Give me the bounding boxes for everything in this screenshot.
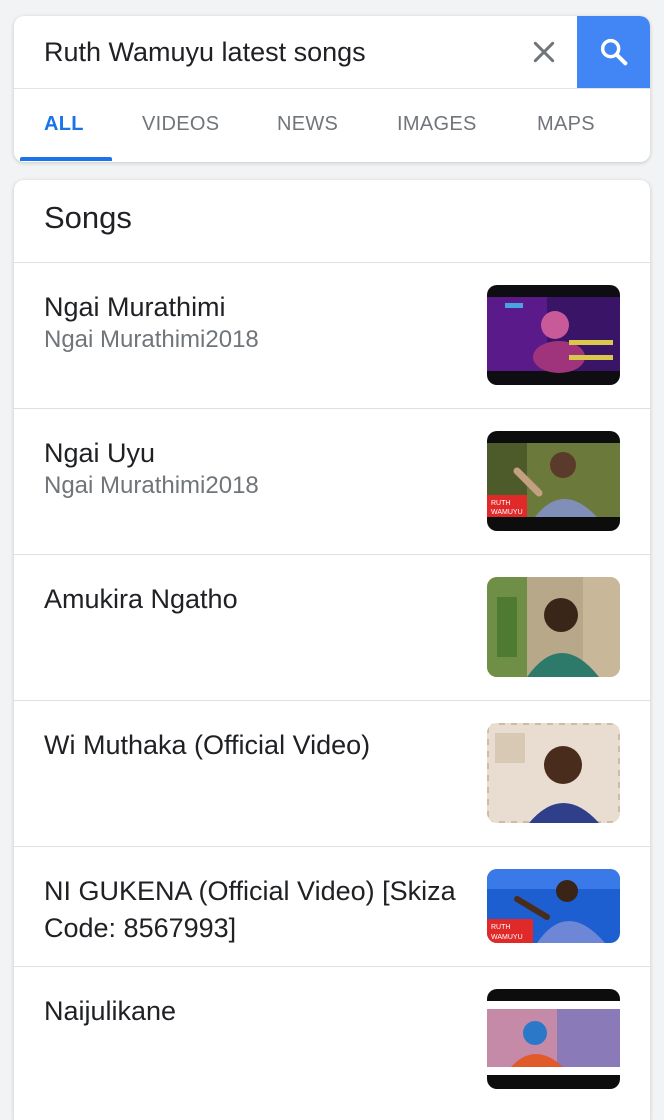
search-bar: Ruth Wamuyu latest songs [14,16,650,89]
song-title: Ngai Murathimi [44,292,226,322]
thumb-caption-ruth: RUTH [491,500,510,507]
songs-card: Songs Ngai Murathimi Ngai Murathimi2018 … [14,180,650,1120]
song-title: Wi Muthaka (Official Video) [44,730,371,760]
thumb-caption-ruth: RUTH [491,924,510,931]
tab-maps[interactable]: MAPS [537,89,595,162]
thumb-caption-wamuyu: WAMUYU [491,934,523,941]
song-item-ni-gukena[interactable]: NI GUKENA (Official Video) [Skiza Code: … [14,847,650,967]
close-icon [533,41,555,63]
tab-news[interactable]: NEWS [277,89,338,162]
tab-all[interactable]: ALL [44,89,84,162]
song-subtitle: Ngai Murathimi2018 [44,472,259,499]
active-tab-indicator [20,157,112,161]
song-item-ngai-uyu[interactable]: Ngai Uyu Ngai Murathimi2018 RUTH WAMUYU [14,409,650,555]
song-thumbnail[interactable]: RUTH WAMUYU [487,431,620,531]
song-thumbnail[interactable] [487,989,620,1089]
song-title: NI GUKENA (Official Video) [Skiza Code: … [44,876,456,943]
search-tabs: ALL VIDEOS NEWS IMAGES MAPS [14,89,650,162]
song-thumbnail[interactable] [487,285,620,385]
search-button[interactable] [577,16,650,88]
tab-images[interactable]: IMAGES [397,89,477,162]
songs-header: Songs [14,180,650,263]
song-item-ngai-murathimi[interactable]: Ngai Murathimi Ngai Murathimi2018 [14,263,650,409]
thumb-caption-wamuyu: WAMUYU [491,509,523,516]
song-subtitle: Ngai Murathimi2018 [44,326,259,353]
song-thumbnail[interactable] [487,577,620,677]
song-title: Amukira Ngatho [44,584,238,614]
clear-search-button[interactable] [520,28,568,76]
search-input[interactable]: Ruth Wamuyu latest songs [44,16,366,88]
search-icon [600,38,627,66]
song-thumbnail[interactable]: RUTH WAMUYU [487,869,620,943]
song-item-amukira-ngatho[interactable]: Amukira Ngatho [14,555,650,701]
song-title: Ngai Uyu [44,438,156,468]
tab-videos[interactable]: VIDEOS [142,89,219,162]
song-thumbnail[interactable] [487,723,620,823]
song-item-wi-muthaka[interactable]: Wi Muthaka (Official Video) [14,701,650,847]
song-title: Naijulikane [44,996,177,1026]
search-card: Ruth Wamuyu latest songs ALL VIDEOS NEWS… [14,16,650,162]
songs-title: Songs [44,200,132,235]
song-item-naijulikane[interactable]: Naijulikane [14,967,650,1112]
